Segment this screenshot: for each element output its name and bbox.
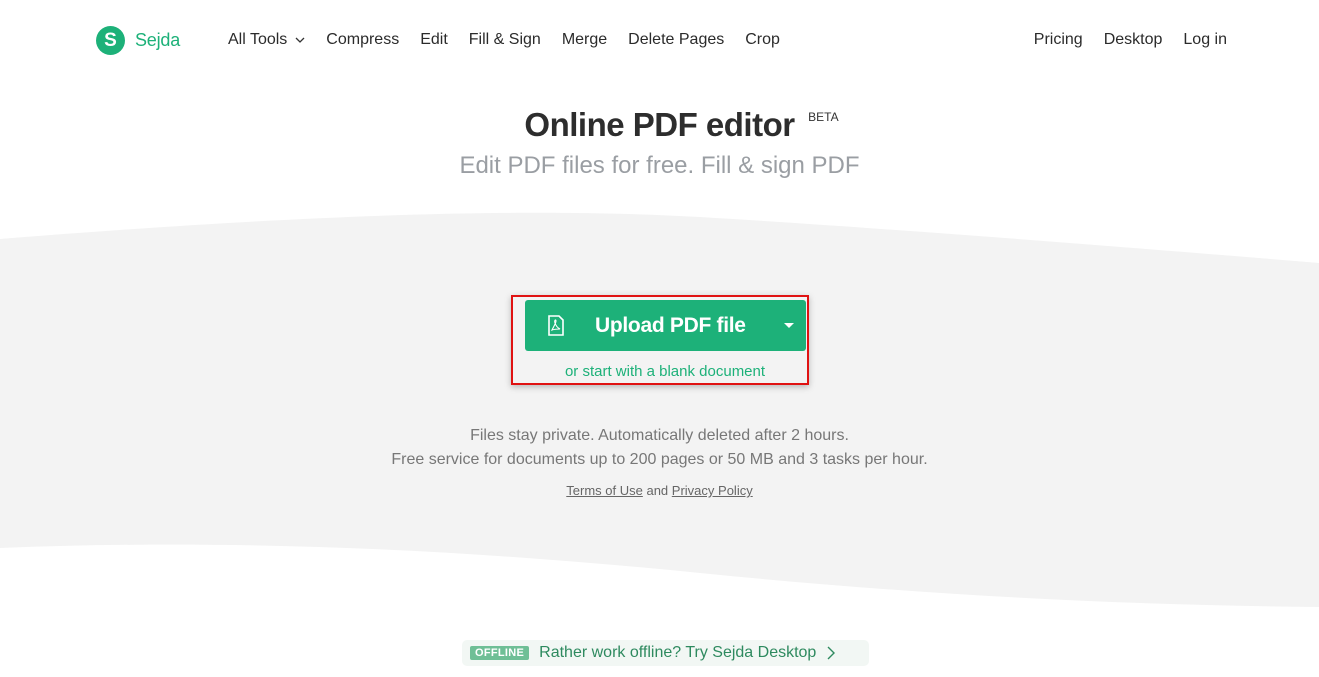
- pdf-file-icon: [548, 315, 564, 336]
- nav-merge[interactable]: Merge: [562, 31, 607, 49]
- nav-log-in[interactable]: Log in: [1183, 31, 1227, 49]
- promo-text: Rather work offline? Try Sejda Desktop: [539, 644, 817, 661]
- main-nav: All Tools Compress Edit Fill & Sign Merg…: [228, 31, 801, 49]
- nav-pricing[interactable]: Pricing: [1034, 31, 1083, 49]
- logo-mark-icon: S: [96, 26, 125, 55]
- nav-desktop[interactable]: Desktop: [1104, 31, 1163, 49]
- account-nav: Pricing Desktop Log in: [1013, 31, 1227, 49]
- page-subtitle: Edit PDF files for free. Fill & sign PDF: [459, 152, 860, 179]
- desktop-promo[interactable]: OFFLINE Rather work offline? Try Sejda D…: [462, 640, 869, 666]
- page-title: Online PDF editor: [524, 106, 795, 143]
- title-wrap: Online PDF editor BETA: [524, 100, 838, 144]
- terms-of-use-link[interactable]: Terms of Use: [566, 483, 643, 498]
- upload-pdf-button[interactable]: Upload PDF file: [525, 300, 806, 351]
- upload-button-label: Upload PDF file: [595, 314, 746, 337]
- site-header: S Sejda All Tools Compress Edit Fill & S…: [0, 0, 1319, 80]
- nav-all-tools-label: All Tools: [228, 31, 288, 48]
- nav-crop[interactable]: Crop: [745, 31, 780, 49]
- nav-delete-pages[interactable]: Delete Pages: [628, 31, 724, 49]
- privacy-policy-link[interactable]: Privacy Policy: [672, 483, 753, 498]
- privacy-note: Files stay private. Automatically delete…: [470, 427, 849, 444]
- beta-badge: BETA: [808, 110, 839, 124]
- logo-text: Sejda: [135, 30, 181, 50]
- nav-fill-sign[interactable]: Fill & Sign: [469, 31, 541, 49]
- offline-badge: OFFLINE: [470, 646, 530, 660]
- nav-edit[interactable]: Edit: [420, 31, 448, 49]
- legal-links: Terms of Use and Privacy Policy: [0, 483, 1319, 498]
- background-band: [0, 212, 1319, 608]
- nav-all-tools[interactable]: All Tools: [228, 31, 305, 49]
- blank-document-link[interactable]: or start with a blank document: [511, 363, 819, 380]
- chevron-down-icon: [295, 37, 305, 43]
- nav-compress[interactable]: Compress: [326, 31, 399, 49]
- upload-dropdown-icon[interactable]: [784, 323, 794, 328]
- chevron-right-icon: [827, 646, 836, 660]
- limits-note: Free service for documents up to 200 pag…: [391, 451, 928, 468]
- sejda-logo[interactable]: S Sejda: [96, 26, 180, 55]
- legal-and: and: [646, 483, 669, 498]
- hero: Online PDF editor BETA Edit PDF files fo…: [0, 100, 1319, 180]
